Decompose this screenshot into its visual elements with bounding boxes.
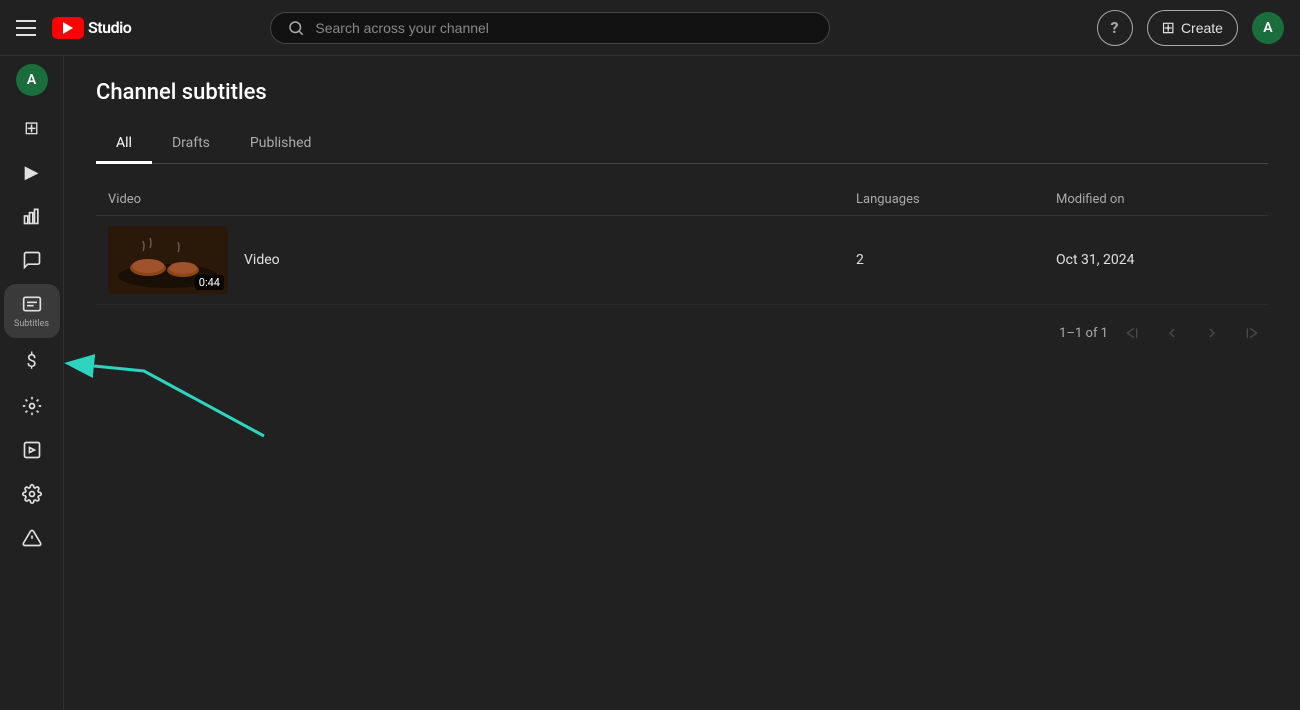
col-modified: Modified on bbox=[1056, 192, 1256, 207]
tab-all[interactable]: All bbox=[96, 125, 152, 164]
logo[interactable]: Studio bbox=[52, 17, 131, 39]
comments-icon bbox=[20, 248, 44, 272]
sidebar-avatar[interactable]: A bbox=[16, 64, 48, 96]
dashboard-icon: ⊞ bbox=[20, 116, 44, 140]
search-form bbox=[270, 12, 830, 44]
main-area: A ⊞ ▶ S bbox=[0, 56, 1300, 710]
topnav: Studio ? ⊞ Create A bbox=[0, 0, 1300, 56]
sidebar-subtitles-label: Subtitles bbox=[14, 320, 49, 330]
user-avatar[interactable]: A bbox=[1252, 12, 1284, 44]
search-bar bbox=[270, 12, 830, 44]
feedback-icon bbox=[20, 526, 44, 550]
nav-left: Studio bbox=[16, 16, 131, 40]
next-page-button[interactable] bbox=[1196, 317, 1228, 349]
languages-cell: 2 bbox=[856, 252, 1056, 268]
sidebar-item-comments[interactable] bbox=[4, 240, 60, 280]
create-icon: ⊞ bbox=[1162, 18, 1175, 38]
customize-icon bbox=[20, 394, 44, 418]
page-content: Channel subtitles All Drafts Published V… bbox=[64, 56, 1300, 710]
tab-published[interactable]: Published bbox=[230, 125, 331, 164]
subtitles-icon bbox=[20, 292, 44, 316]
sidebar-item-subtitles[interactable]: Subtitles bbox=[4, 284, 60, 338]
table-header: Video Languages Modified on bbox=[96, 184, 1268, 216]
content-icon: ▶ bbox=[20, 160, 44, 184]
sidebar-item-content[interactable]: ▶ bbox=[4, 152, 60, 192]
page-title: Channel subtitles bbox=[96, 80, 1268, 105]
sidebar-item-analytics[interactable] bbox=[4, 196, 60, 236]
prev-page-button[interactable] bbox=[1156, 317, 1188, 349]
sidebar-item-earn[interactable]: $ bbox=[4, 342, 60, 382]
search-icon bbox=[287, 19, 305, 37]
pagination-range: 1–1 of 1 bbox=[1059, 326, 1108, 341]
tab-drafts[interactable]: Drafts bbox=[152, 125, 230, 164]
modified-cell: Oct 31, 2024 bbox=[1056, 252, 1256, 268]
first-page-button[interactable] bbox=[1116, 317, 1148, 349]
settings-icon bbox=[20, 482, 44, 506]
create-button[interactable]: ⊞ Create bbox=[1147, 10, 1238, 46]
sidebar-item-dashboard[interactable]: ⊞ bbox=[4, 108, 60, 148]
video-duration: 0:44 bbox=[195, 275, 224, 290]
pagination: 1–1 of 1 bbox=[96, 305, 1268, 361]
earn-icon: $ bbox=[20, 350, 44, 374]
sidebar: A ⊞ ▶ S bbox=[0, 56, 64, 710]
youtube-logo-icon bbox=[52, 17, 84, 39]
sidebar-item-customize[interactable] bbox=[4, 386, 60, 426]
sidebar-item-audio[interactable] bbox=[4, 430, 60, 470]
audio-icon bbox=[20, 438, 44, 462]
nav-right: ? ⊞ Create A bbox=[1097, 10, 1284, 46]
tabs: All Drafts Published bbox=[96, 125, 1268, 164]
analytics-icon bbox=[20, 204, 44, 228]
studio-label: Studio bbox=[88, 18, 131, 37]
video-name: Video bbox=[244, 252, 280, 268]
sidebar-item-settings[interactable] bbox=[4, 474, 60, 514]
table-row[interactable]: 0:44 Video 2 Oct 31, 2024 bbox=[96, 216, 1268, 305]
create-label: Create bbox=[1181, 20, 1223, 36]
menu-icon[interactable] bbox=[16, 16, 40, 40]
sidebar-item-feedback[interactable] bbox=[4, 518, 60, 558]
col-languages: Languages bbox=[856, 192, 1056, 207]
help-button[interactable]: ? bbox=[1097, 10, 1133, 46]
video-thumbnail[interactable]: 0:44 bbox=[108, 226, 228, 294]
last-page-button[interactable] bbox=[1236, 317, 1268, 349]
search-input[interactable] bbox=[315, 20, 813, 36]
col-video: Video bbox=[108, 192, 856, 207]
video-cell: 0:44 Video bbox=[108, 226, 856, 294]
